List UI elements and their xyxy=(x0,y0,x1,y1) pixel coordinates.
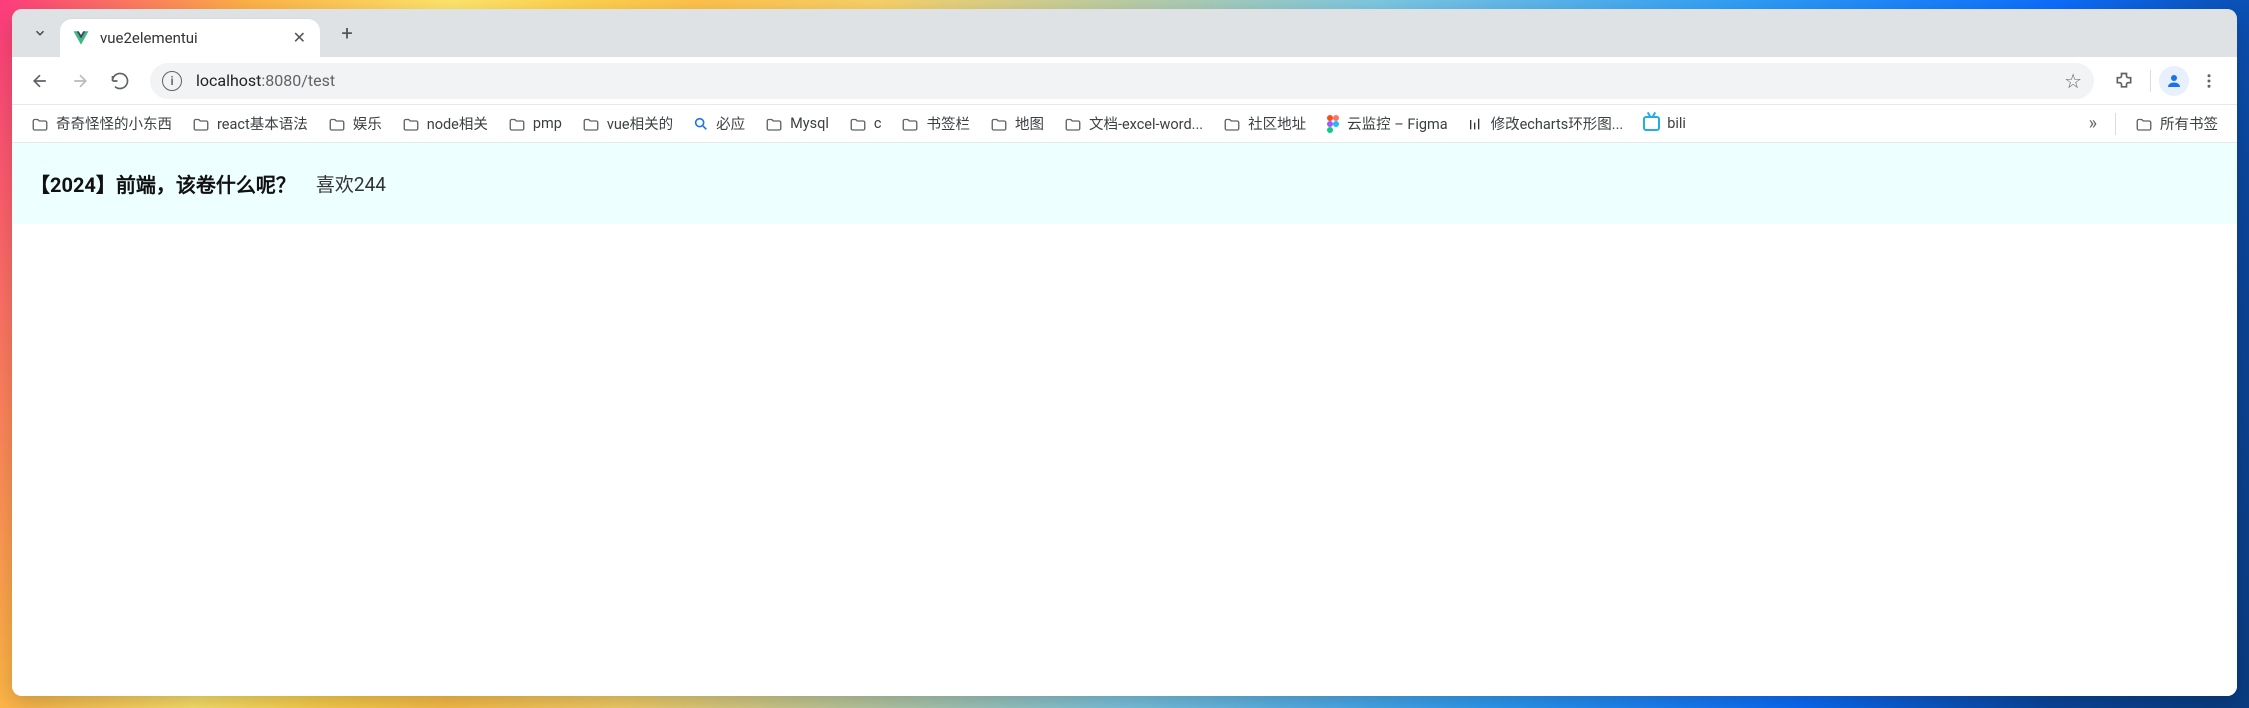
bookmark-item[interactable]: pmp xyxy=(501,111,569,136)
bookmarks-bar: 奇奇怪怪的小东西 react基本语法 娱乐 node相关 pmp vue相关的 必应 Mysq… xyxy=(12,105,2237,143)
tab-active[interactable]: vue2elementui ✕ xyxy=(60,19,320,57)
likes-text: 喜欢244 xyxy=(316,170,386,197)
forward-button[interactable] xyxy=(62,63,98,99)
folder-icon xyxy=(990,116,1008,132)
page-banner: 【2024】前端，该卷什么呢？ 喜欢244 xyxy=(12,143,2237,224)
toolbar-right xyxy=(2106,63,2227,99)
toolbar: i localhost:8080/test ☆ xyxy=(12,57,2237,105)
bookmark-item[interactable]: 修改echarts环形图... xyxy=(1461,109,1631,138)
folder-icon xyxy=(849,116,867,132)
bookmark-item[interactable]: 书签栏 xyxy=(894,109,977,138)
all-bookmarks-label: 所有书签 xyxy=(2160,113,2218,134)
bookmark-label: bili xyxy=(1667,115,1686,132)
folder-icon xyxy=(31,116,49,132)
tab-strip: vue2elementui ✕ + xyxy=(12,9,2237,57)
browser-window: vue2elementui ✕ + i localhost:8080/test … xyxy=(12,9,2237,696)
bookmark-label: 云监控 – Figma xyxy=(1347,113,1448,134)
toolbar-divider xyxy=(2150,70,2151,92)
bookmark-item[interactable]: node相关 xyxy=(395,109,495,138)
folder-icon xyxy=(1223,116,1241,132)
extensions-button[interactable] xyxy=(2106,63,2142,99)
folder-icon xyxy=(582,116,600,132)
bookmark-label: node相关 xyxy=(427,113,488,134)
bookmarks-divider xyxy=(2115,113,2116,135)
chrome-menu-button[interactable] xyxy=(2191,63,2227,99)
folder-icon xyxy=(192,116,210,132)
bookmark-item[interactable]: 云监控 – Figma xyxy=(1319,109,1455,138)
page-content: 【2024】前端，该卷什么呢？ 喜欢244 xyxy=(12,143,2237,696)
reload-button[interactable] xyxy=(102,63,138,99)
bookmark-label: 文档-excel-word... xyxy=(1089,113,1203,134)
search-icon xyxy=(693,116,709,132)
bookmark-item[interactable]: 地图 xyxy=(983,109,1051,138)
echarts-icon xyxy=(1468,116,1484,132)
bookmark-item[interactable]: 娱乐 xyxy=(321,109,389,138)
bookmark-label: 书签栏 xyxy=(926,113,970,134)
bookmark-label: 必应 xyxy=(716,113,745,134)
bookmark-item[interactable]: Mysql xyxy=(758,111,836,136)
bookmark-item[interactable]: bili xyxy=(1636,111,1693,136)
url-port: :8080 xyxy=(261,71,301,90)
bookmark-label: 修改echarts环形图... xyxy=(1491,113,1624,134)
close-tab-icon[interactable]: ✕ xyxy=(291,28,308,48)
bookmark-label: 奇奇怪怪的小东西 xyxy=(56,113,172,134)
folder-icon xyxy=(765,116,783,132)
url-host: localhost xyxy=(196,71,261,90)
back-button[interactable] xyxy=(22,63,58,99)
bookmark-item[interactable]: react基本语法 xyxy=(185,109,315,138)
bookmark-label: 地图 xyxy=(1015,113,1044,134)
folder-icon xyxy=(328,116,346,132)
bookmark-label: 娱乐 xyxy=(353,113,382,134)
bookmark-item[interactable]: c xyxy=(842,111,889,136)
tab-search-button[interactable] xyxy=(26,19,54,47)
vue-favicon xyxy=(72,29,90,47)
bookmark-item[interactable]: 奇奇怪怪的小东西 xyxy=(24,109,179,138)
bookmark-star-icon[interactable]: ☆ xyxy=(2064,69,2082,93)
url-path: /test xyxy=(301,71,335,90)
folder-icon xyxy=(508,116,526,132)
site-info-icon[interactable]: i xyxy=(162,71,182,91)
new-tab-button[interactable]: + xyxy=(332,18,362,48)
bookmark-label: 社区地址 xyxy=(1248,113,1306,134)
bookmark-item[interactable]: 社区地址 xyxy=(1216,109,1313,138)
profile-button[interactable] xyxy=(2159,66,2189,96)
bookmark-item[interactable]: vue相关的 xyxy=(575,109,680,138)
bookmark-label: react基本语法 xyxy=(217,113,308,134)
bookmark-item[interactable]: 必应 xyxy=(686,109,752,138)
bookmark-label: c xyxy=(874,115,882,132)
bookmark-label: Mysql xyxy=(790,115,829,132)
figma-icon xyxy=(1326,115,1340,133)
tab-title: vue2elementui xyxy=(100,29,291,47)
all-bookmarks-button[interactable]: 所有书签 xyxy=(2128,109,2225,138)
bilibili-icon xyxy=(1643,116,1660,131)
bookmarks-overflow-icon[interactable]: » xyxy=(2083,113,2103,134)
folder-icon xyxy=(901,116,919,132)
folder-icon xyxy=(1064,116,1082,132)
bookmark-label: pmp xyxy=(533,115,562,132)
folder-icon xyxy=(402,116,420,132)
headline: 【2024】前端，该卷什么呢？ xyxy=(30,169,296,198)
bookmark-label: vue相关的 xyxy=(607,113,673,134)
bookmark-item[interactable]: 文档-excel-word... xyxy=(1057,109,1210,138)
address-bar[interactable]: i localhost:8080/test ☆ xyxy=(150,63,2094,99)
